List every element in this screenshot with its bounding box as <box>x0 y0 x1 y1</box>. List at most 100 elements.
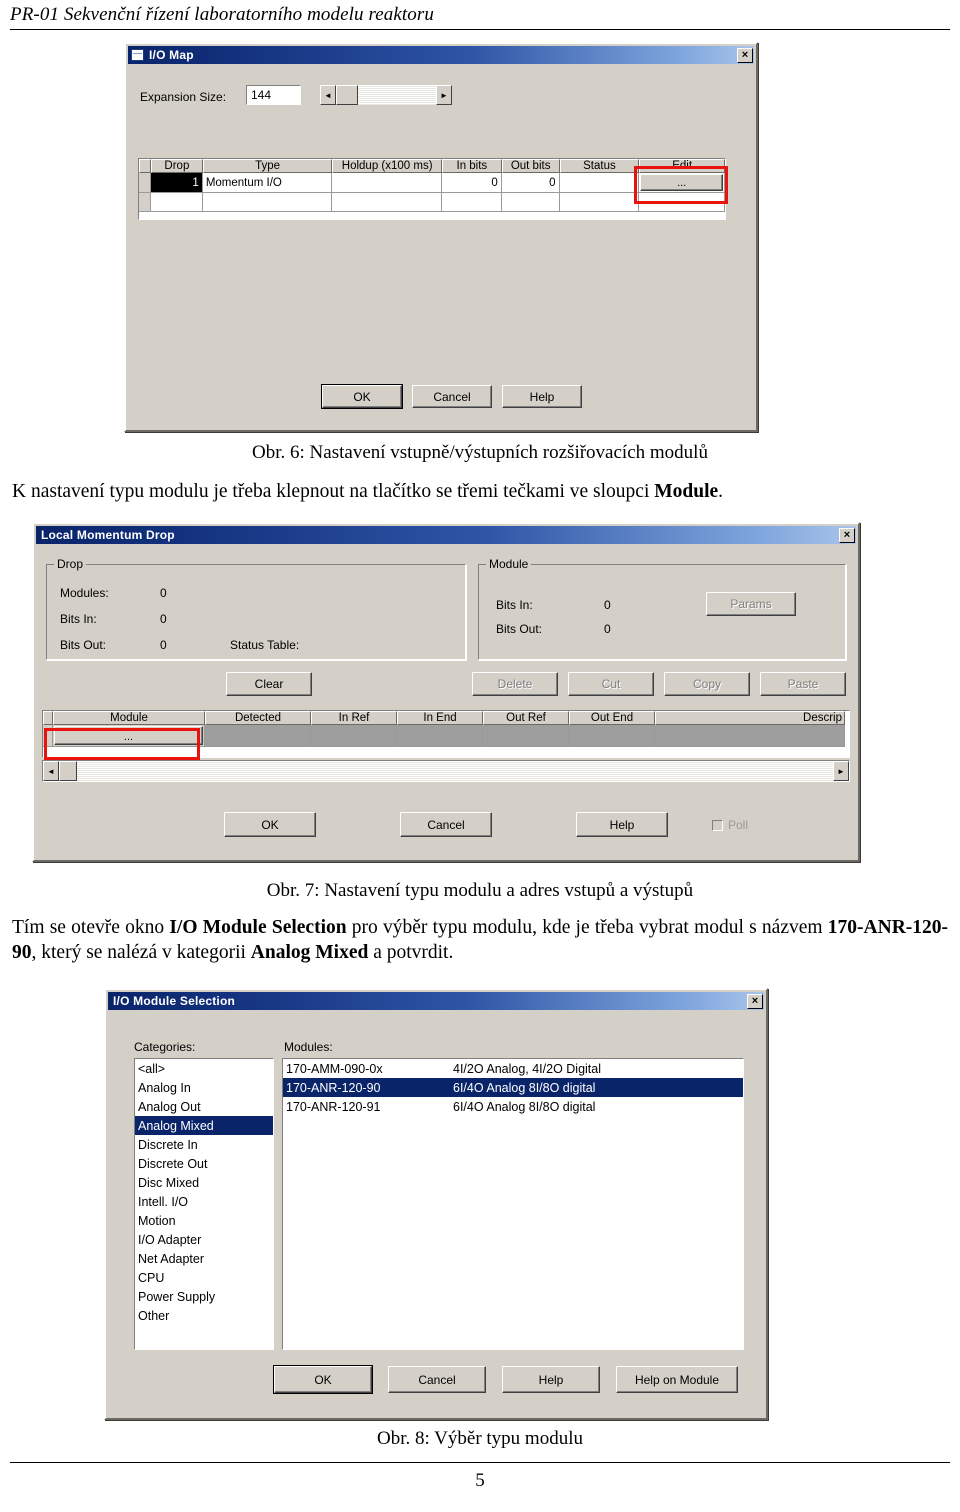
column-header-drop[interactable]: Drop <box>150 159 203 173</box>
category-list-item[interactable]: Net Adapter <box>135 1249 273 1268</box>
category-list-item[interactable]: Other <box>135 1306 273 1325</box>
category-list-item[interactable]: Power Supply <box>135 1287 273 1306</box>
close-icon[interactable]: × <box>747 993 763 1009</box>
cell-out-ref[interactable] <box>483 725 569 747</box>
close-icon[interactable]: × <box>839 527 855 543</box>
category-list-item[interactable]: Analog In <box>135 1078 273 1097</box>
cell-edit[interactable]: ... <box>639 173 725 193</box>
module-item-name: 170-ANR-120-91 <box>286 1099 381 1114</box>
table-row[interactable]: ... <box>43 725 849 747</box>
scrollbar-track[interactable] <box>77 761 833 781</box>
module-table[interactable]: Module Detected In Ref In End Out Ref Ou… <box>42 710 850 758</box>
column-header-type[interactable]: Type <box>202 159 333 173</box>
ims-title: I/O Module Selection <box>113 994 236 1008</box>
column-header-out-end[interactable]: Out End <box>569 711 655 725</box>
io-map-title: I/O Map <box>149 48 194 62</box>
cell-out-bits[interactable] <box>501 193 560 212</box>
help-button[interactable]: Help <box>502 1366 600 1393</box>
cell-descrip[interactable] <box>655 725 845 747</box>
category-list-item[interactable]: I/O Adapter <box>135 1230 273 1249</box>
cell-in-bits[interactable]: 0 <box>441 173 502 193</box>
cell-drop[interactable]: 1 <box>150 173 203 193</box>
cell-in-bits[interactable] <box>441 193 502 212</box>
scroll-left-arrow-icon[interactable]: ◄ <box>43 761 59 781</box>
row-selector[interactable] <box>139 193 151 212</box>
cancel-button[interactable]: Cancel <box>388 1366 486 1393</box>
module-ellipsis-button[interactable]: ... <box>54 726 203 745</box>
row-selector[interactable] <box>139 173 151 193</box>
ok-button[interactable]: OK <box>321 384 403 409</box>
cell-type[interactable]: Momentum I/O <box>202 173 333 193</box>
category-list-item[interactable]: Analog Out <box>135 1097 273 1116</box>
table-row[interactable] <box>139 193 725 212</box>
cancel-button[interactable]: Cancel <box>412 385 492 408</box>
ok-button[interactable]: OK <box>273 1365 373 1394</box>
cell-detected[interactable] <box>205 725 311 747</box>
category-list-item[interactable]: Analog Mixed <box>135 1116 273 1135</box>
module-bits-out-value: 0 <box>604 622 611 636</box>
column-header-in-ref[interactable]: In Ref <box>311 711 397 725</box>
category-list-item[interactable]: Disc Mixed <box>135 1173 273 1192</box>
paste-button: Paste <box>760 672 846 696</box>
column-header-out-bits[interactable]: Out bits <box>501 159 560 173</box>
category-list-item[interactable]: Intell. I/O <box>135 1192 273 1211</box>
cancel-button[interactable]: Cancel <box>400 812 492 837</box>
cell-module[interactable]: ... <box>53 725 205 747</box>
column-header-module[interactable]: Module <box>53 711 205 725</box>
expansion-size-scrollbar[interactable]: ◄ ► <box>320 85 452 105</box>
row-selector[interactable] <box>43 725 53 747</box>
modules-listbox[interactable]: 170-AMM-090-0x 4I/2O Analog, 4I/2O Digita… <box>282 1058 744 1350</box>
scroll-left-arrow-icon[interactable]: ◄ <box>320 85 336 105</box>
category-list-item[interactable]: Discrete Out <box>135 1154 273 1173</box>
scrollbar-thumb[interactable] <box>59 761 77 781</box>
column-header-in-end[interactable]: In End <box>397 711 483 725</box>
expansion-size-label: Expansion Size: <box>140 90 227 104</box>
column-header-holdup[interactable]: Holdup (x100 ms) <box>332 159 442 173</box>
categories-listbox[interactable]: <all> Analog In Analog Out Analog Mixed Disc… <box>134 1058 274 1350</box>
module-list-item[interactable]: 170-AMM-090-0x 4I/2O Analog, 4I/2O Digita… <box>283 1059 743 1078</box>
help-button[interactable]: Help <box>502 385 582 408</box>
column-header-edit[interactable]: Edit <box>639 159 725 173</box>
column-header-detected[interactable]: Detected <box>205 711 311 725</box>
module-list-item[interactable]: 170-ANR-120-91 6I/4O Analog 8I/8O digital <box>283 1097 743 1116</box>
expansion-size-input[interactable]: 144 <box>246 85 301 105</box>
scrollbar-track[interactable] <box>358 85 436 105</box>
scrollbar-thumb[interactable] <box>336 85 358 105</box>
para7-category-term: Analog Mixed <box>250 941 369 963</box>
category-list-item[interactable]: CPU <box>135 1268 273 1287</box>
category-list-item[interactable]: Motion <box>135 1211 273 1230</box>
close-icon[interactable]: × <box>737 47 753 63</box>
ok-button[interactable]: OK <box>224 812 316 837</box>
cell-in-ref[interactable] <box>311 725 397 747</box>
para7-dialog-term: I/O Module Selection <box>169 917 347 938</box>
table-row[interactable]: 1 Momentum I/O 0 0 ... <box>139 173 725 193</box>
cell-edit[interactable] <box>639 193 725 212</box>
edit-ellipsis-button[interactable]: ... <box>640 174 723 191</box>
cell-out-end[interactable] <box>569 725 655 747</box>
cell-holdup[interactable] <box>332 173 442 193</box>
category-list-item[interactable]: <all> <box>135 1059 273 1078</box>
clear-button[interactable]: Clear <box>226 672 312 696</box>
scroll-right-arrow-icon[interactable]: ► <box>833 761 849 781</box>
help-button[interactable]: Help <box>576 812 668 837</box>
column-header-out-ref[interactable]: Out Ref <box>483 711 569 725</box>
io-map-table[interactable]: Drop Type Holdup (x100 ms) In bits Out b… <box>138 158 726 220</box>
cell-status[interactable] <box>559 193 640 212</box>
column-header-in-bits[interactable]: In bits <box>441 159 502 173</box>
cell-in-end[interactable] <box>397 725 483 747</box>
help-on-module-button[interactable]: Help on Module <box>616 1366 738 1393</box>
cell-holdup[interactable] <box>332 193 442 212</box>
table-header-row: Drop Type Holdup (x100 ms) In bits Out b… <box>139 159 725 173</box>
category-list-item[interactable]: Discrete In <box>135 1135 273 1154</box>
cell-drop[interactable] <box>150 193 203 212</box>
cell-type[interactable] <box>202 193 333 212</box>
module-table-scrollbar[interactable]: ◄ ► <box>42 760 850 782</box>
scroll-right-arrow-icon[interactable]: ► <box>436 85 452 105</box>
io-map-titlebar: I/O Map × <box>128 46 754 64</box>
column-header-status[interactable]: Status <box>559 159 640 173</box>
para6-seg3: . <box>718 481 724 502</box>
cell-status[interactable] <box>559 173 640 193</box>
module-list-item[interactable]: 170-ANR-120-90 6I/4O Analog 8I/8O digital <box>283 1078 743 1097</box>
column-header-descrip[interactable]: Descrip <box>655 711 845 725</box>
cell-out-bits[interactable]: 0 <box>501 173 560 193</box>
